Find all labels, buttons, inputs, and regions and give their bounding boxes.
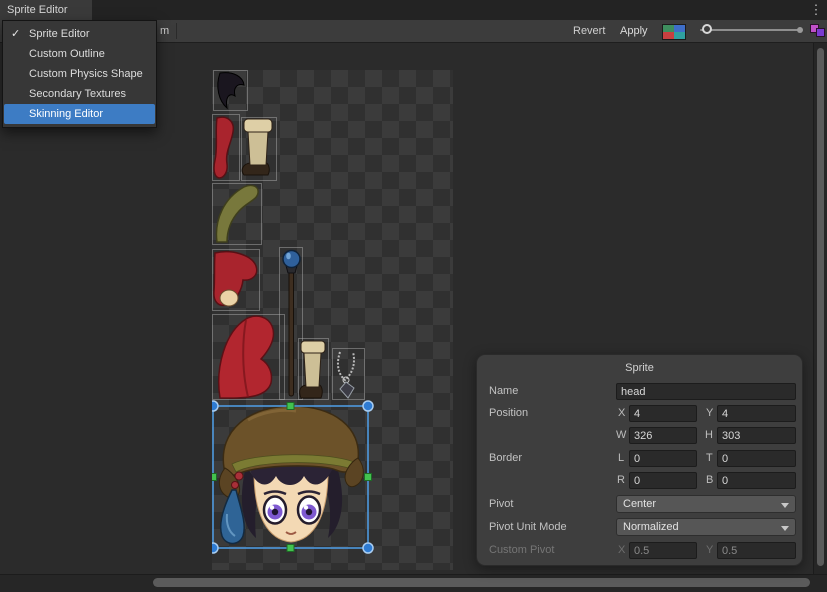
toolbar-separator [176, 23, 177, 39]
color-mode-icon[interactable] [662, 24, 686, 40]
border-b-input[interactable] [717, 472, 796, 489]
name-input[interactable] [616, 383, 796, 400]
custom-pivot-x-input [629, 542, 697, 559]
selection-handle-right-mid[interactable] [365, 474, 372, 481]
border-b-label: B [706, 472, 713, 489]
sprite-arm[interactable] [214, 117, 233, 178]
border-r-label: R [617, 472, 625, 489]
menu-item-custom-outline[interactable]: Custom Outline [3, 44, 156, 64]
menu-item-custom-physics-shape[interactable]: Custom Physics Shape [3, 64, 156, 84]
sprite-editor-mode-menu: ✓ Sprite Editor Custom Outline Custom Ph… [2, 20, 157, 128]
revert-button[interactable]: Revert [573, 20, 605, 42]
menu-item-secondary-textures[interactable]: Secondary Textures [3, 84, 156, 104]
apply-button[interactable]: Apply [620, 20, 648, 42]
custom-pivot-y-label: Y [706, 542, 713, 559]
position-x-label: X [618, 405, 625, 422]
pivot-unit-mode-dropdown[interactable]: Normalized [616, 518, 796, 536]
mip-slider-handle[interactable] [797, 27, 803, 33]
pivot-unit-mode-label: Pivot Unit Mode [489, 519, 567, 536]
sprite-scarf[interactable] [216, 185, 258, 242]
sprite-boot[interactable] [242, 119, 272, 175]
border-label: Border [489, 450, 522, 467]
border-l-label: L [618, 450, 624, 467]
selection-handle-bottom-right[interactable] [363, 543, 373, 553]
pivot-dropdown-value: Center [623, 498, 656, 510]
border-r-input[interactable] [629, 472, 697, 489]
checkmark-icon: ✓ [11, 24, 20, 44]
horizontal-scrollbar-thumb[interactable] [153, 578, 810, 587]
pivot-dropdown[interactable]: Center [616, 495, 796, 513]
menu-item-label: Custom Outline [29, 48, 105, 60]
position-y-input[interactable] [717, 405, 796, 422]
position-w-input[interactable] [629, 427, 697, 444]
position-w-label: W [616, 427, 626, 444]
custom-pivot-label: Custom Pivot [489, 542, 554, 559]
kebab-menu-icon[interactable]: ⋮ [808, 0, 824, 20]
zoom-slider-handle[interactable] [702, 24, 712, 34]
sprite-inspector-panel: Sprite Name Position X Y W H Border L T … [476, 354, 803, 566]
menu-item-sprite-editor[interactable]: ✓ Sprite Editor [3, 24, 156, 44]
window-tab-sprite-editor[interactable]: Sprite Editor [0, 0, 92, 20]
sprite-boot-small[interactable] [300, 341, 325, 398]
border-t-label: T [706, 450, 713, 467]
color-chip-blue [674, 25, 685, 32]
position-h-input[interactable] [717, 427, 796, 444]
sprite-head[interactable] [219, 406, 363, 544]
sprite-sleeve[interactable] [214, 252, 257, 306]
position-x-input[interactable] [629, 405, 697, 422]
menu-item-label: Sprite Editor [29, 28, 90, 40]
menu-item-label: Secondary Textures [29, 88, 126, 100]
pivot-unit-mode-dropdown-value: Normalized [623, 521, 679, 533]
selection-handle-left-mid[interactable] [212, 474, 217, 481]
color-chip-red [663, 32, 674, 39]
position-label: Position [489, 405, 528, 422]
pivot-label: Pivot [489, 496, 513, 513]
sprite-hat-piece[interactable] [219, 316, 274, 398]
vertical-scrollbar-thumb[interactable] [817, 48, 824, 566]
custom-pivot-y-input [717, 542, 796, 559]
selection-handle-top-right[interactable] [363, 401, 373, 411]
mip-square-back [816, 28, 825, 37]
menu-item-label: Skinning Editor [29, 108, 103, 120]
sprite-sheet [212, 70, 453, 570]
color-chip-green [663, 25, 674, 32]
name-label: Name [489, 383, 518, 400]
selection-handle-bottom-left[interactable] [212, 543, 218, 553]
sprite-staff[interactable] [283, 251, 300, 397]
selection-handle-top-left[interactable] [212, 401, 218, 411]
menu-item-label: Custom Physics Shape [29, 68, 143, 80]
sprite-hair-fragment[interactable] [218, 73, 244, 108]
mip-levels-icon[interactable] [810, 23, 826, 38]
border-t-input[interactable] [717, 450, 796, 467]
sprite-amulet[interactable] [338, 352, 354, 398]
window-tab-label: Sprite Editor [7, 4, 68, 16]
custom-pivot-x-label: X [618, 542, 625, 559]
zoom-slider-track[interactable] [700, 29, 802, 31]
panel-title: Sprite [477, 362, 802, 374]
selection-handle-bottom-mid[interactable] [287, 545, 294, 552]
position-h-label: H [705, 427, 713, 444]
color-chip-teal [674, 32, 685, 39]
texture-canvas[interactable] [212, 70, 453, 570]
position-y-label: Y [706, 405, 713, 422]
chevron-down-icon [781, 503, 789, 508]
selection-handle-top-mid[interactable] [287, 403, 294, 410]
border-l-input[interactable] [629, 450, 697, 467]
menu-item-skinning-editor[interactable]: Skinning Editor [4, 104, 155, 124]
trim-button-partial[interactable]: m [160, 20, 169, 42]
chevron-down-icon [781, 526, 789, 531]
title-bar: Sprite Editor ⋮ [0, 0, 827, 20]
